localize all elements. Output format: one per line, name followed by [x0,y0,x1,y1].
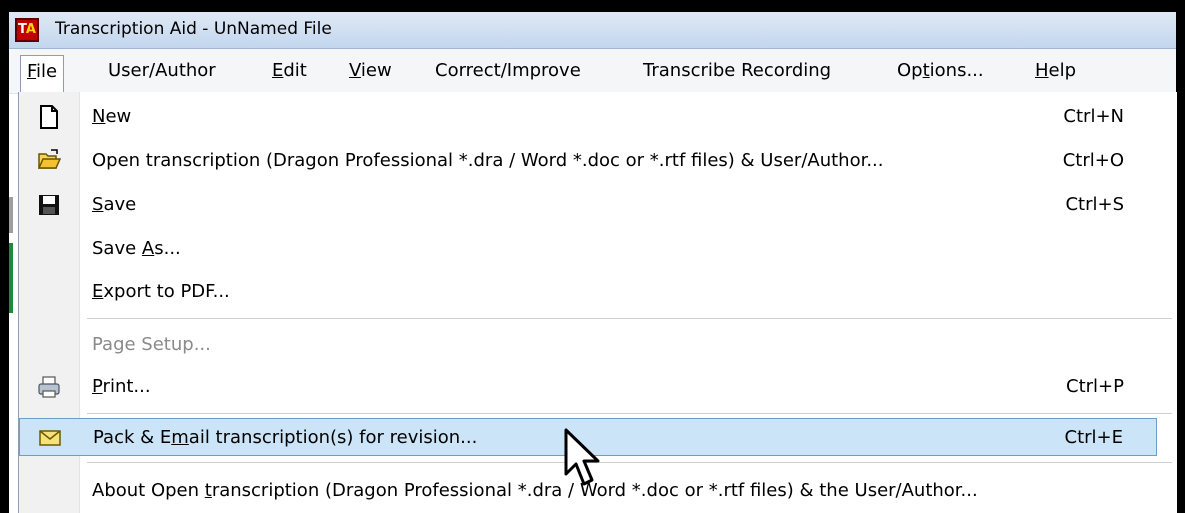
menu-item-shortcut: Ctrl+P [1066,376,1124,397]
menu-user-author[interactable]: User/Author [102,57,222,85]
menu-view[interactable]: View [343,57,398,85]
menu-item-label: Page Setup... [92,334,211,355]
menu-item-page-setup: Page Setup... [19,328,1177,362]
window-frame-left [0,0,9,513]
menu-item-save-as[interactable]: Save As... [19,232,1177,266]
window-frame-top [0,0,1185,12]
menu-bar: File User/Author Edit View Correct/Impro… [9,49,1176,94]
menu-item-export-pdf[interactable]: Export to PDF... [19,275,1177,309]
menu-item-label: Save As... [92,238,181,259]
open-folder-icon [37,149,61,169]
mouse-pointer-icon [564,428,600,486]
menu-transcribe-recording[interactable]: Transcribe Recording [637,57,837,85]
save-disk-icon [39,195,59,215]
app-logo-icon: TA [15,18,39,42]
menu-item-shortcut: Ctrl+N [1063,106,1124,127]
menu-help[interactable]: Help [1029,57,1082,85]
menu-item-shortcut: Ctrl+E [1064,427,1123,448]
menu-item-shortcut: Ctrl+S [1065,194,1124,215]
menu-edit[interactable]: Edit [266,57,313,85]
menu-item-label: New [92,106,132,127]
menu-correct-improve[interactable]: Correct/Improve [429,57,587,85]
menu-item-label: Open transcription (Dragon Professional … [92,150,884,171]
menu-file[interactable]: File [20,55,65,92]
menu-item-label: Save [92,194,137,215]
window-frame-right [1176,0,1185,513]
menu-item-label: Pack & Email transcription(s) for revisi… [93,427,478,448]
new-document-icon [40,105,58,129]
printer-icon [38,376,60,398]
menu-item-shortcut: Ctrl+O [1062,150,1124,171]
title-bar[interactable]: TA Transcription Aid - UnNamed File [9,12,1176,49]
menu-item-label: Export to PDF... [92,281,230,302]
window-title: Transcription Aid - UnNamed File [55,19,332,39]
menu-separator [87,462,1172,463]
menu-item-label: Print... [92,376,151,397]
background-window-fragment [9,197,13,233]
menu-separator [87,413,1172,414]
envelope-icon [39,430,61,446]
menu-item-print[interactable]: Print... Ctrl+P [19,370,1177,404]
menu-item-save[interactable]: Save Ctrl+S [19,188,1177,222]
background-window-fragment [9,243,13,313]
menu-item-label: About Open transcription (Dragon Profess… [92,480,978,501]
menu-item-new[interactable]: New Ctrl+N [19,100,1177,134]
menu-item-open[interactable]: Open transcription (Dragon Professional … [19,144,1177,178]
menu-separator [87,318,1172,319]
menu-options[interactable]: Options... [891,57,990,85]
